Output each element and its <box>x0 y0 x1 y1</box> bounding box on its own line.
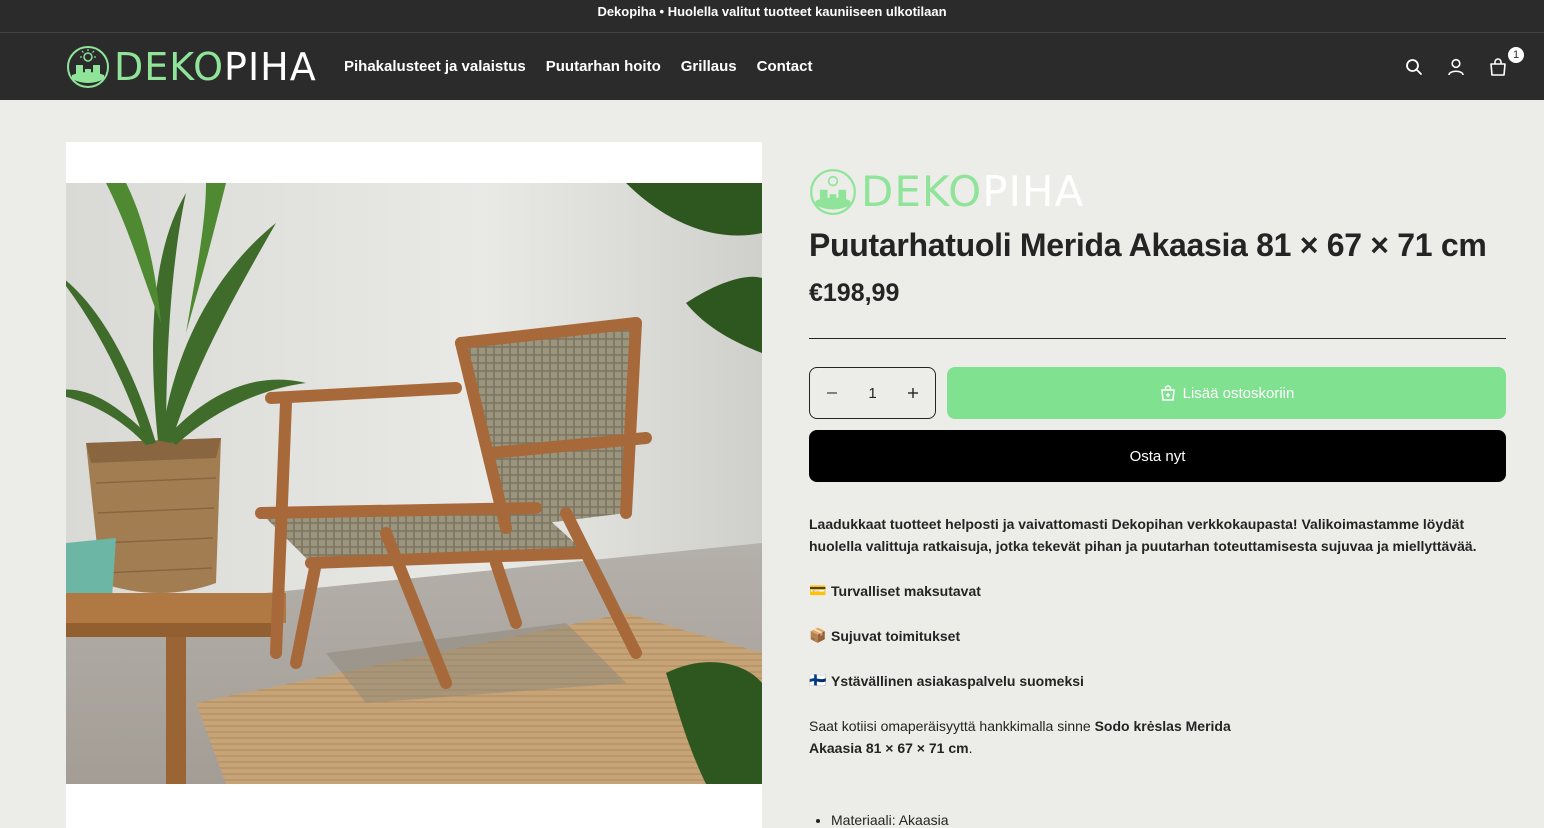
bag-plus-icon <box>1160 385 1175 402</box>
cart-icon[interactable]: 1 <box>1488 44 1526 77</box>
product-image[interactable] <box>66 183 762 784</box>
nav-item-pihakalusteet[interactable]: Pihakalusteet ja valaistus <box>344 58 526 75</box>
header-actions: 1 <box>1404 33 1526 100</box>
add-to-cart-button[interactable]: Lisää ostoskoriin <box>947 367 1506 420</box>
feature-support: 🇫🇮 Ystävällinen asiakaspalvelu suomeksi <box>809 670 1506 692</box>
site-header: DEKOPIHA Pihakalusteet ja valaistus Puut… <box>0 33 1544 100</box>
product-media[interactable] <box>66 142 762 828</box>
cart-count-badge: 1 <box>1506 44 1526 65</box>
announcement-text: Dekopiha • Huolella valitut tuotteet kau… <box>597 4 947 19</box>
buy-row: Lisää ostoskoriin <box>809 367 1506 420</box>
feature-payment: 💳 Turvalliset maksutavat <box>809 580 1506 602</box>
finland-flag-icon: 🇫🇮 <box>809 673 827 690</box>
product-price: €198,99 <box>809 279 900 308</box>
spec-list: Materiaali: Akaasia <box>809 809 1506 828</box>
add-to-cart-label: Lisää ostoskoriin <box>1182 384 1295 402</box>
quantity-stepper <box>809 367 936 420</box>
product-description: Laadukkaat tuotteet helposti ja vaivatto… <box>809 513 1506 828</box>
description-intro: Laadukkaat tuotteet helposti ja vaivatto… <box>809 516 1477 555</box>
product-title: Puutarhatuoli Merida Akaasia 81 × 67 × 7… <box>809 227 1487 263</box>
account-icon[interactable] <box>1446 57 1466 77</box>
nav-item-contact[interactable]: Contact <box>757 58 813 75</box>
buy-now-button[interactable]: Osta nyt <box>809 430 1506 483</box>
brand-wordmark: DEKOPIHA <box>861 167 1085 216</box>
feature-delivery: 📦 Sujuvat toimitukset <box>809 625 1506 647</box>
main-nav: Pihakalusteet ja valaistus Puutarhan hoi… <box>344 33 812 100</box>
description-body: Saat kotiisi omaperäisyyttä hankkimalla … <box>809 718 1231 757</box>
search-icon[interactable] <box>1404 57 1424 77</box>
product-brand-logo: DEKOPIHA <box>809 164 1506 220</box>
package-icon: 📦 <box>809 628 827 645</box>
plus-icon[interactable] <box>905 385 921 401</box>
nav-item-grillaus[interactable]: Grillaus <box>681 58 737 75</box>
quantity-input[interactable] <box>852 384 893 402</box>
site-logo[interactable]: DEKOPIHA <box>66 45 317 89</box>
list-item: Materiaali: Akaasia <box>831 809 1506 828</box>
logo-wordmark: DEKOPIHA <box>114 45 317 89</box>
nav-item-puutarhan-hoito[interactable]: Puutarhan hoito <box>546 58 661 75</box>
minus-icon[interactable] <box>824 385 840 401</box>
product-info: DEKOPIHA Puutarhatuoli Merida Akaasia 81… <box>809 160 1506 828</box>
logo-emblem-icon <box>67 46 109 88</box>
brand-emblem-icon <box>810 169 856 215</box>
credit-card-icon: 💳 <box>809 583 827 600</box>
buy-now-label: Osta nyt <box>1129 447 1186 465</box>
divider <box>809 338 1506 340</box>
announcement-bar: Dekopiha • Huolella valitut tuotteet kau… <box>0 0 1544 33</box>
